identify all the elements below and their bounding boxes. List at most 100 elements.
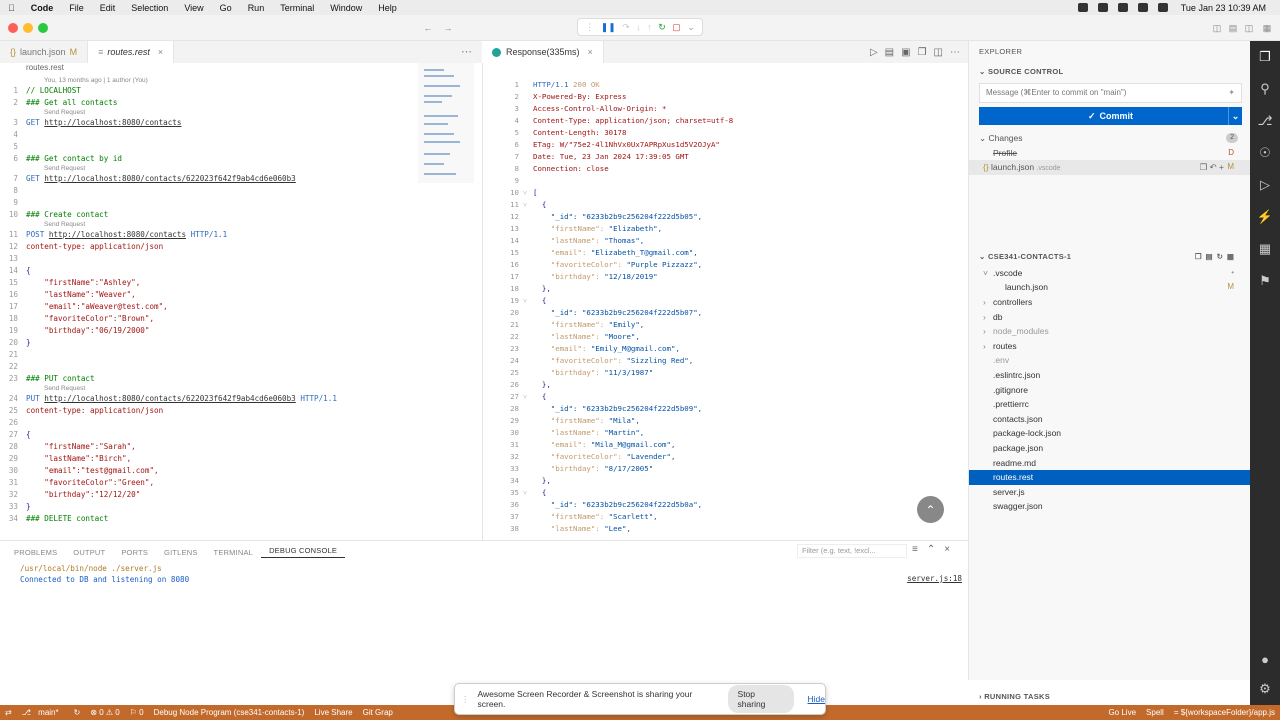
run-icon[interactable]: ▷: [870, 47, 878, 58]
minimap[interactable]: [418, 63, 474, 183]
stop-sharing-button[interactable]: Stop sharing: [727, 685, 794, 713]
more-actions-icon[interactable]: ⋯: [451, 41, 482, 63]
file-tree-item[interactable]: launch.json M: [969, 280, 1250, 295]
menu-terminal[interactable]: Terminal: [272, 3, 322, 13]
fold-chevron-icon[interactable]: ˅: [523, 199, 533, 211]
remote-explorer-icon[interactable]: ⚡: [1250, 201, 1280, 233]
tab-ports[interactable]: PORTS: [113, 548, 156, 557]
menu-window[interactable]: Window: [322, 3, 370, 13]
maximize-panel-icon[interactable]: ⌃: [927, 544, 935, 555]
tab-launch-json[interactable]: {} launch.json M: [0, 41, 89, 63]
menu-go[interactable]: Go: [212, 3, 240, 13]
tab-problems[interactable]: PROBLEMS: [6, 548, 65, 557]
file-tree-item[interactable]: › node_modules: [969, 324, 1250, 339]
manage-gear-icon[interactable]: ⚙: [1250, 673, 1280, 705]
menu-file[interactable]: File: [61, 3, 92, 13]
fold-chevron-icon[interactable]: ˅: [523, 295, 533, 307]
run-debug-icon[interactable]: ▷: [1250, 169, 1280, 201]
tab-debug-console[interactable]: DEBUG CONSOLE: [261, 546, 346, 558]
toggle-panel-icon[interactable]: ▤: [1226, 21, 1240, 35]
chevron-down-icon[interactable]: ⌄: [1228, 107, 1242, 125]
tab-routes-rest[interactable]: ≡ routes.rest ×: [88, 41, 175, 63]
commit-message-input[interactable]: Message (⌘Enter to commit on "main") ✦: [979, 83, 1242, 103]
changes-header[interactable]: ⌄ Changes 2: [969, 131, 1250, 146]
step-over-icon[interactable]: ↷: [622, 22, 630, 33]
save-body-icon[interactable]: ▣: [901, 47, 910, 58]
tab-gitlens[interactable]: GITLENS: [156, 548, 206, 557]
file-tree-item[interactable]: .gitignore: [969, 383, 1250, 398]
file-tree-item[interactable]: › controllers: [969, 295, 1250, 310]
step-out-icon[interactable]: ↑: [647, 22, 652, 32]
menu-edit[interactable]: Edit: [92, 3, 124, 13]
menu-code[interactable]: Code: [23, 3, 62, 13]
change-actions-icon[interactable]: ❐ ↶ +: [1200, 160, 1224, 175]
close-tab-icon[interactable]: ×: [158, 47, 163, 57]
drag-handle-icon[interactable]: ⋮: [461, 694, 470, 705]
file-tree-item[interactable]: package.json: [969, 441, 1250, 456]
fold-chevron-icon[interactable]: ˅: [523, 487, 533, 499]
problems-indicator[interactable]: ⊗ 0 ⚠ 0: [90, 708, 119, 717]
send-request-link[interactable]: Send Request: [0, 109, 482, 117]
file-tree-item[interactable]: › db: [969, 310, 1250, 325]
split-editor-icon[interactable]: ◫: [934, 47, 943, 58]
more-actions-icon[interactable]: ⋯: [950, 47, 960, 58]
close-tab-icon[interactable]: ×: [588, 47, 593, 57]
extensions-icon[interactable]: ▦: [1250, 233, 1280, 265]
file-tree-item[interactable]: ˅ .vscode •: [969, 266, 1250, 281]
tab-terminal[interactable]: TERMINAL: [206, 548, 262, 557]
apple-menu-icon[interactable]: : [0, 3, 23, 13]
file-tree-item[interactable]: contacts.json: [969, 412, 1250, 427]
change-item[interactable]: {} launch.json .vscode ❐ ↶ + M: [969, 160, 1250, 175]
menubar-status-icon[interactable]: [1097, 3, 1108, 12]
send-request-link[interactable]: Send Request: [0, 221, 482, 229]
clear-console-icon[interactable]: ≡: [912, 544, 918, 555]
file-tree-item[interactable]: .prettierrc: [969, 397, 1250, 412]
workspace-path-indicator[interactable]: = ${workspaceFolder}/app.js: [1174, 708, 1275, 717]
menubar-status-icon[interactable]: [1077, 3, 1088, 12]
search-icon[interactable]: ⚲: [1250, 73, 1280, 105]
workspace-header[interactable]: ⌄ CSE341-CONTACTS-1 ❐▤↻▦: [969, 248, 1250, 266]
debug-filter-input[interactable]: Filter (e.g. text, !excl...: [797, 544, 907, 558]
forward-arrow-icon[interactable]: →: [441, 21, 455, 35]
change-item[interactable]: Profile D: [969, 146, 1250, 161]
copy-icon[interactable]: ❐: [918, 47, 927, 58]
toggle-sidebar-icon[interactable]: ◫: [1210, 21, 1224, 35]
drag-handle-icon[interactable]: ⋮: [585, 22, 594, 33]
close-window-button[interactable]: [8, 23, 18, 33]
sparkle-icon[interactable]: ✦: [1228, 84, 1235, 102]
send-request-link[interactable]: Send Request: [0, 165, 482, 173]
menu-help[interactable]: Help: [370, 3, 405, 13]
file-tree-item[interactable]: readme.md: [969, 456, 1250, 471]
accounts-icon[interactable]: ●: [1250, 643, 1280, 675]
control-center-icon[interactable]: [1157, 3, 1168, 12]
pause-icon[interactable]: ❚❚: [601, 22, 616, 33]
source-control-header[interactable]: ⌄ SOURCE CONTROL: [969, 63, 1250, 81]
stop-icon[interactable]: ▢: [672, 22, 681, 33]
gitlens-icon[interactable]: ☉: [1250, 137, 1280, 169]
file-tree-item[interactable]: server.js: [969, 485, 1250, 500]
go-live-indicator[interactable]: Go Live: [1108, 708, 1136, 717]
git-graph-indicator[interactable]: Git Grap: [363, 708, 393, 717]
live-share-indicator[interactable]: Live Share: [314, 708, 352, 717]
menu-view[interactable]: View: [176, 3, 211, 13]
file-tree-item[interactable]: routes.rest: [969, 470, 1250, 485]
explorer-actions-icon[interactable]: ❐▤↻▦: [1195, 248, 1238, 266]
restart-icon[interactable]: ↻: [658, 22, 666, 33]
save-response-icon[interactable]: ▤: [885, 47, 894, 58]
git-blame-annotation[interactable]: You, 13 months ago | 1 author (You): [0, 77, 482, 85]
debug-config-indicator[interactable]: Debug Node Program (cse341-contacts-1): [154, 708, 305, 717]
source-control-icon[interactable]: ⎇: [1250, 105, 1280, 137]
breadcrumb[interactable]: routes.rest: [0, 63, 482, 77]
file-tree-item[interactable]: package-lock.json: [969, 426, 1250, 441]
editor-pane[interactable]: routes.rest You, 13 months ago | 1 autho…: [0, 63, 482, 540]
close-panel-icon[interactable]: ×: [944, 544, 950, 555]
ports-indicator[interactable]: ⚐ 0: [130, 708, 144, 717]
scroll-to-top-button[interactable]: ⌃: [917, 496, 944, 523]
file-tree-item[interactable]: swagger.json: [969, 499, 1250, 514]
menubar-status-icon[interactable]: [1117, 3, 1128, 12]
hide-link[interactable]: Hide: [808, 694, 825, 704]
customize-layout-icon[interactable]: ▦: [1260, 21, 1274, 35]
explorer-icon[interactable]: ❐: [1250, 41, 1280, 73]
sync-icon[interactable]: ↻: [74, 708, 81, 717]
chevron-down-icon[interactable]: ⌄: [687, 22, 695, 33]
